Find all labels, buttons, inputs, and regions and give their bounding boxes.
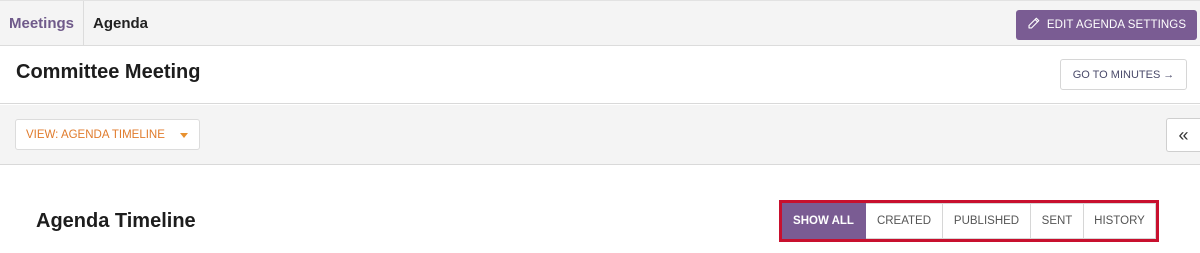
go-to-minutes-button[interactable]: GO TO MINUTES → [1060, 59, 1187, 90]
meeting-title: Committee Meeting [16, 61, 201, 83]
breadcrumb-current-page: Agenda [93, 14, 149, 32]
top-nav-bar: Meetings Agenda EDIT AGENDA SETTINGS [0, 0, 1200, 46]
caret-down-icon [180, 133, 188, 138]
filter-published[interactable]: PUBLISHED [943, 203, 1031, 239]
meeting-header: Committee Meeting GO TO MINUTES → [0, 46, 1200, 104]
filter-history[interactable]: HISTORY [1084, 203, 1156, 239]
arrow-right-icon: → [1163, 68, 1175, 81]
filter-created[interactable]: CREATED [866, 203, 943, 239]
collapse-panel-button[interactable]: « [1166, 118, 1200, 152]
double-chevron-left-icon: « [1178, 124, 1189, 145]
filter-sent[interactable]: SENT [1031, 203, 1084, 239]
section-title: Agenda Timeline [36, 210, 196, 232]
view-select-dropdown[interactable]: VIEW: AGENDA TIMELINE [15, 119, 200, 150]
edit-agenda-settings-button[interactable]: EDIT AGENDA SETTINGS [1016, 10, 1197, 40]
go-to-minutes-label: GO TO MINUTES [1072, 68, 1161, 81]
view-toolbar: VIEW: AGENDA TIMELINE « [0, 105, 1200, 165]
filter-show-all[interactable]: SHOW ALL [782, 203, 866, 239]
breadcrumb-meetings-link[interactable]: Meetings [0, 1, 84, 45]
edit-agenda-settings-label: EDIT AGENDA SETTINGS [1046, 19, 1187, 31]
timeline-filter-group: SHOW ALL CREATED PUBLISHED SENT HISTORY [782, 203, 1156, 239]
view-select-label: VIEW: AGENDA TIMELINE [26, 128, 165, 141]
pencil-icon [1027, 17, 1040, 33]
